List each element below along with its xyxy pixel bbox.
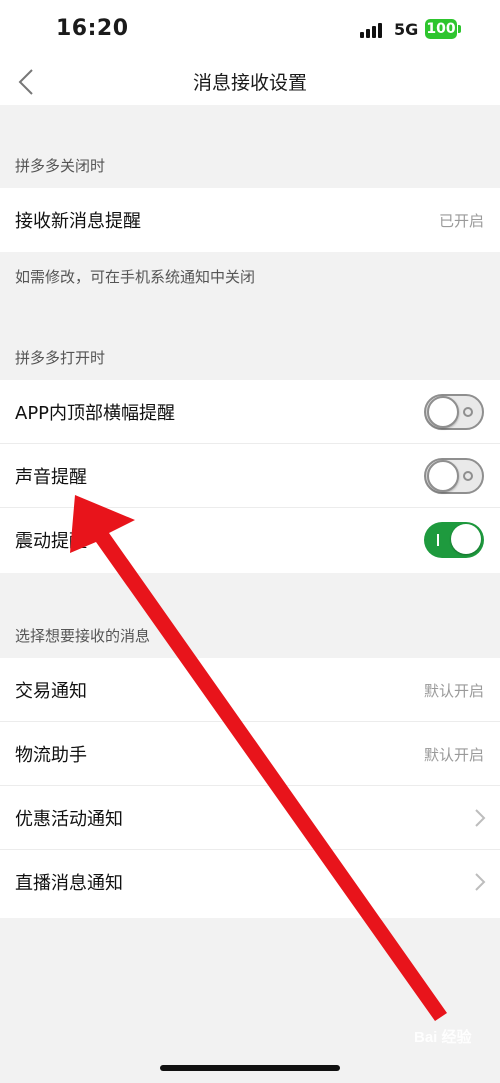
section-header-open: 拼多多打开时: [15, 349, 106, 367]
row-label: 震动提醒: [15, 531, 87, 552]
row-live-notice[interactable]: 直播消息通知: [0, 850, 500, 914]
row-label: 物流助手: [15, 745, 87, 766]
nav-bar: 消息接收设置: [0, 60, 500, 105]
row-transaction-notice[interactable]: 交易通知 默认开启: [0, 658, 500, 722]
row-banner-alert: APP内顶部横幅提醒: [0, 380, 500, 444]
toggle-knob: [451, 524, 481, 554]
network-label: 5G: [394, 20, 419, 39]
section-header-types: 选择想要接收的消息: [15, 627, 151, 645]
settings-group-closed: 接收新消息提醒 已开启: [0, 188, 500, 252]
status-time: 16:20: [56, 16, 129, 41]
row-label: APP内顶部横幅提醒: [15, 403, 176, 424]
row-label: 优惠活动通知: [15, 809, 123, 830]
chevron-left-icon[interactable]: [10, 64, 46, 100]
row-logistics-assistant[interactable]: 物流助手 默认开启: [0, 722, 500, 786]
row-label: 直播消息通知: [15, 873, 123, 894]
battery-tip: [458, 25, 461, 33]
toggle-off-mark: [463, 407, 473, 417]
row-promotion-notice[interactable]: 优惠活动通知: [0, 786, 500, 850]
sound-alert-toggle[interactable]: [424, 458, 484, 494]
row-label: 接收新消息提醒: [15, 211, 141, 232]
row-value: 已开启: [438, 212, 484, 230]
vibration-alert-toggle[interactable]: [424, 522, 484, 558]
chevron-right-icon: [474, 872, 486, 892]
section-header-closed: 拼多多关闭时: [15, 157, 106, 175]
page-title: 消息接收设置: [192, 72, 307, 94]
chevron-right-icon: [474, 808, 486, 828]
signal-icon: [360, 22, 386, 38]
toggle-off-mark: [463, 471, 473, 481]
row-label: 交易通知: [15, 681, 87, 702]
toggle-knob: [427, 396, 459, 428]
settings-group-types: 交易通知 默认开启 物流助手 默认开启 优惠活动通知 直播消息通知: [0, 658, 500, 918]
row-vibration-alert: 震动提醒: [0, 508, 500, 572]
status-bar: 16:20 5G 100: [0, 0, 500, 60]
row-new-message-alert[interactable]: 接收新消息提醒 已开启: [0, 188, 500, 252]
battery-icon: 100: [425, 19, 457, 39]
row-value: 默认开启: [423, 682, 484, 700]
row-label: 声音提醒: [15, 467, 87, 488]
settings-group-open: APP内顶部横幅提醒 声音提醒 震动提醒: [0, 380, 500, 573]
row-sound-alert: 声音提醒: [0, 444, 500, 508]
toggle-knob: [427, 460, 459, 492]
baidu-watermark: Bai 经验: [414, 1029, 472, 1046]
banner-alert-toggle[interactable]: [424, 394, 484, 430]
toggle-on-mark: [437, 534, 439, 546]
home-indicator: [160, 1065, 340, 1071]
system-notification-note: 如需修改，可在手机系统通知中关闭: [15, 268, 256, 286]
row-value: 默认开启: [423, 746, 484, 764]
